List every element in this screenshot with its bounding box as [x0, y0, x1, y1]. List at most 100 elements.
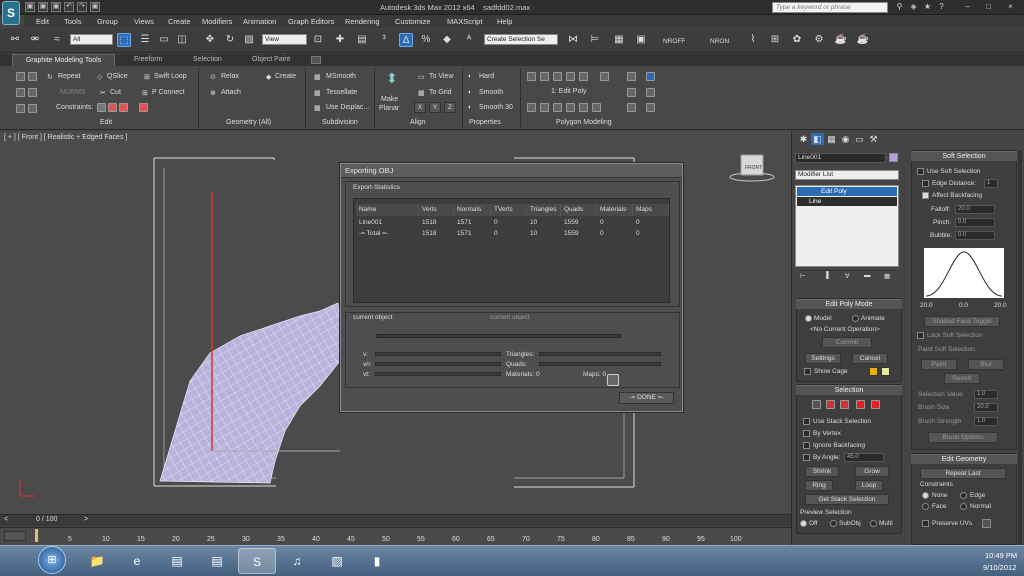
- window-crossing-icon[interactable]: ◫: [175, 33, 189, 47]
- current-frame-marker[interactable]: [35, 529, 38, 542]
- repeat-button[interactable]: Repeat: [58, 73, 81, 80]
- by-vertex-checkbox[interactable]: [803, 430, 810, 437]
- preserve-uvs-settings-icon[interactable]: [982, 519, 991, 528]
- pinch-spinner[interactable]: 0.0: [955, 218, 995, 227]
- align-icon[interactable]: ⊨: [588, 33, 602, 47]
- save-file-icon[interactable]: ▣: [51, 2, 61, 12]
- by-angle-spinner[interactable]: 45.0: [844, 453, 884, 462]
- settings-button[interactable]: Settings: [805, 353, 841, 364]
- curve-editor-icon[interactable]: ⌇: [746, 33, 760, 47]
- named-selection-dropdown[interactable]: Create Selection Se: [484, 34, 558, 45]
- nroff-button[interactable]: NROFF: [663, 38, 685, 45]
- select-and-link-icon[interactable]: ⚯: [8, 33, 22, 47]
- vertex-subobj-icon[interactable]: [812, 400, 821, 409]
- time-slider-next-icon[interactable]: >: [84, 516, 88, 523]
- modifier-level-label[interactable]: 1: Edit Poly: [551, 88, 586, 95]
- make-planar-button-line2[interactable]: Planar: [379, 105, 399, 112]
- make-planar-button[interactable]: Make: [381, 96, 398, 103]
- selection-filter-dropdown[interactable]: All: [70, 34, 113, 45]
- modify-tab-icon[interactable]: ◧: [811, 133, 824, 145]
- ribbon-minimize-icon[interactable]: [311, 56, 321, 64]
- new-file-icon[interactable]: ▣: [25, 2, 35, 12]
- brush-strength-spinner[interactable]: 1.0: [974, 417, 998, 426]
- open-file-icon[interactable]: ▣: [38, 2, 48, 12]
- animate-radio[interactable]: [852, 315, 859, 322]
- modifier-list-dropdown[interactable]: Modifier List: [795, 170, 899, 180]
- commit-button[interactable]: Commit: [822, 337, 872, 348]
- falloff-spinner[interactable]: 20.0: [955, 205, 995, 214]
- to-view-button[interactable]: To View: [429, 73, 453, 80]
- menu-modifiers[interactable]: Modifiers: [202, 17, 232, 26]
- tab-graphite-modeling-tools[interactable]: Graphite Modeling Tools: [12, 54, 115, 66]
- swift-loop-button[interactable]: Swift Loop: [154, 73, 187, 80]
- brush-options-button[interactable]: Brush Options: [928, 432, 998, 443]
- constraint-edge-radio[interactable]: [960, 492, 967, 499]
- constraint-edge-icon[interactable]: [108, 103, 117, 112]
- menu-tools[interactable]: Tools: [64, 17, 82, 26]
- menu-views[interactable]: Views: [134, 17, 154, 26]
- loop-button[interactable]: Loop: [855, 480, 883, 491]
- edge-distance-spinner[interactable]: 1: [984, 179, 998, 188]
- constraint-none-radio[interactable]: [922, 492, 929, 499]
- select-and-manipulate-icon[interactable]: ✚: [333, 33, 347, 47]
- menu-customize[interactable]: Customize: [395, 17, 430, 26]
- polygon-modeling-icon[interactable]: [16, 72, 25, 81]
- app-logo-icon[interactable]: S: [2, 1, 20, 25]
- schematic-view-icon[interactable]: ⊞: [768, 33, 782, 47]
- align-y-button[interactable]: Y: [429, 102, 441, 113]
- by-angle-checkbox[interactable]: [803, 454, 810, 461]
- column-header-quads[interactable]: Quads: [561, 204, 597, 216]
- rendered-frame-icon[interactable]: ☕: [834, 33, 848, 47]
- preview-off-radio[interactable]: [800, 520, 807, 527]
- command-panel-scrollbar[interactable]: [1018, 150, 1022, 545]
- polygon-level-icon[interactable]: [566, 72, 575, 81]
- unlink-icon[interactable]: ⚮: [28, 33, 42, 47]
- remove-modifier-icon[interactable]: ▬: [864, 272, 871, 279]
- ribbon-side-icon-2[interactable]: [627, 88, 636, 97]
- repeat-last-button[interactable]: Repeat Last: [920, 468, 1006, 479]
- bubble-spinner[interactable]: 0.0: [955, 231, 995, 240]
- ignore-backfacing-checkbox[interactable]: [803, 442, 810, 449]
- pm-tool5-icon[interactable]: [579, 103, 588, 112]
- attach-button[interactable]: Attach: [221, 89, 241, 96]
- minimize-icon[interactable]: –: [962, 2, 973, 12]
- done-button[interactable]: -= DONE =-: [619, 392, 674, 404]
- pivot-point-icon[interactable]: ⊡: [311, 33, 325, 47]
- selection-value-spinner[interactable]: 1.0: [974, 390, 998, 399]
- render-setup-icon[interactable]: ⚙: [812, 33, 826, 47]
- menu-create[interactable]: Create: [168, 17, 191, 26]
- pm-tool1-icon[interactable]: [527, 103, 536, 112]
- pm-tool2-icon[interactable]: [540, 103, 549, 112]
- bind-space-warp-icon[interactable]: ≈: [50, 33, 64, 47]
- tab-freeform[interactable]: Freeform: [134, 56, 162, 63]
- create-button[interactable]: Create: [275, 73, 296, 80]
- cut-button[interactable]: Cut: [110, 89, 121, 96]
- column-header-triangles[interactable]: Triangles: [527, 204, 561, 216]
- preview-multi-radio[interactable]: [870, 520, 877, 527]
- help-icon[interactable]: ?: [936, 2, 947, 12]
- ring-button[interactable]: Ring: [805, 480, 833, 491]
- mirror-icon[interactable]: ⋈: [566, 33, 580, 47]
- spinner-snap-icon[interactable]: ◆: [440, 33, 454, 47]
- grow-button[interactable]: Grow: [855, 466, 889, 477]
- shrink-button[interactable]: Shrink: [805, 466, 839, 477]
- pm-tool3-icon[interactable]: [553, 103, 562, 112]
- mesh-object-line001[interactable]: [159, 302, 343, 484]
- edit-named-selection-icon[interactable]: ᴬ: [462, 33, 476, 47]
- stack-item-line[interactable]: Line: [797, 197, 897, 206]
- get-stack-selection-button[interactable]: Get Stack Selection: [805, 494, 889, 505]
- start-button[interactable]: ⊞: [38, 546, 66, 574]
- use-stack-selection-checkbox[interactable]: [803, 418, 810, 425]
- viewport-label[interactable]: [ + ] [ Front ] [ Realistic + Edged Face…: [4, 134, 127, 141]
- time-slider[interactable]: [0, 514, 791, 526]
- keyboard-shortcut-icon[interactable]: ▤: [355, 33, 369, 47]
- angle-snap-icon[interactable]: ∆: [399, 33, 413, 47]
- p-connect-button[interactable]: P Connect: [152, 89, 185, 96]
- export-statistics-table[interactable]: Name Verts Normals TVerts Triangles Quad…: [353, 198, 670, 303]
- preview-off-icon[interactable]: [16, 104, 25, 113]
- menu-edit[interactable]: Edit: [36, 17, 49, 26]
- affect-backfacing-checkbox[interactable]: [922, 192, 929, 199]
- close-icon[interactable]: ×: [1005, 2, 1016, 12]
- polygon-subobj-icon[interactable]: [856, 400, 865, 409]
- motion-tab-icon[interactable]: ◉: [839, 133, 852, 145]
